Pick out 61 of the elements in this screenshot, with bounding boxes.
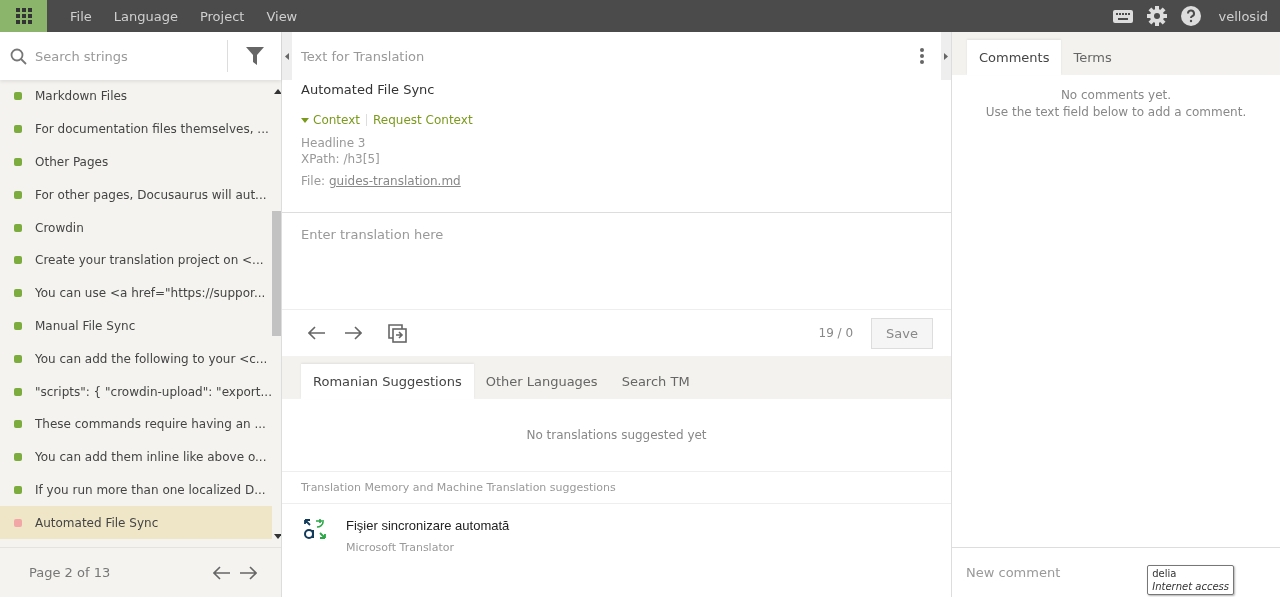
search-icon xyxy=(10,47,27,65)
tooltip: delia Internet access xyxy=(1147,565,1234,595)
string-item[interactable]: For other pages, Docusaurus will aut... xyxy=(0,178,272,212)
settings-icon xyxy=(1147,6,1168,26)
collapse-right-button[interactable] xyxy=(941,32,951,80)
menu-item[interactable]: Language xyxy=(102,0,189,32)
suggestion-source: Microsoft Translator xyxy=(346,541,455,554)
page-indicator: Page 2 of 13 xyxy=(29,565,112,580)
apps-button[interactable] xyxy=(0,0,47,32)
menu-item[interactable]: File xyxy=(59,0,103,32)
string-item[interactable]: Create your translation project on <... xyxy=(0,244,272,277)
string-item[interactable]: Crowdin xyxy=(0,211,272,244)
help-icon xyxy=(1181,6,1202,26)
translate-icon xyxy=(304,518,326,540)
caret-left-icon xyxy=(285,52,289,60)
comments-tab[interactable]: Comments xyxy=(967,40,1062,75)
collapse-left-button[interactable] xyxy=(282,32,292,80)
copy-icon xyxy=(388,323,407,343)
string-item[interactable]: Automated File Sync xyxy=(0,506,272,540)
suggestion-tab[interactable]: Other Languages xyxy=(473,364,610,399)
suggestion-tab[interactable]: Search TM xyxy=(609,364,702,399)
arrow-left-icon xyxy=(308,326,326,340)
source-text: Automated File Sync xyxy=(301,82,436,97)
grid-icon xyxy=(15,8,32,24)
character-counter: 19 / 0 xyxy=(818,326,854,340)
empty-message: No comments yet. xyxy=(1059,87,1173,104)
scroll-up-icon xyxy=(273,89,281,94)
keyboard-icon xyxy=(1113,9,1134,23)
arrow-left-icon xyxy=(213,565,231,580)
empty-message: No translations suggested yet xyxy=(526,428,707,442)
string-item[interactable]: For documentation files themselves, ... xyxy=(0,112,272,146)
arrow-right-icon xyxy=(239,565,257,580)
file-link[interactable]: guides-translation.md xyxy=(328,174,461,188)
suggestion-item[interactable]: Fişier sincronizare automată Microsoft Translator xyxy=(282,504,951,568)
arrow-right-icon xyxy=(344,326,362,340)
section-heading: Translation Memory and Machine Translation suggestions xyxy=(301,481,616,494)
comments-tab[interactable]: Terms xyxy=(1061,40,1124,75)
scroll-down-icon xyxy=(273,534,281,539)
suggestion-text: Fişier sincronizare automată xyxy=(346,518,510,533)
context-line: Headline 3 xyxy=(301,135,367,151)
more-icon xyxy=(920,48,924,64)
string-item[interactable]: If you run more than one localized D... xyxy=(0,473,272,507)
suggestion-tab[interactable]: Romanian Suggestions xyxy=(301,364,474,399)
menu-item[interactable]: Project xyxy=(188,0,256,32)
caret-right-icon xyxy=(944,52,948,60)
string-item[interactable]: You can add them inline like above o... xyxy=(0,440,272,474)
string-item[interactable]: You can use <a href="https://suppor... xyxy=(0,276,272,310)
caret-down-icon xyxy=(301,117,309,123)
user-name[interactable]: vellosid xyxy=(1208,8,1280,24)
string-item[interactable]: "scripts": { "crowdin-upload": "export... xyxy=(0,375,272,408)
string-item[interactable]: You can add the following to your <c... xyxy=(0,342,272,376)
string-item[interactable]: These commands require having an ... xyxy=(0,407,272,441)
empty-message: Use the text field below to add a comment. xyxy=(984,104,1248,121)
filter-icon xyxy=(245,47,264,65)
string-item[interactable]: Other Pages xyxy=(0,145,272,179)
panel-title: Text for Translation xyxy=(301,48,426,64)
context-line: XPath: /h3[5] xyxy=(301,151,381,167)
file-label: File: xyxy=(301,174,326,188)
string-item[interactable]: Manual File Sync xyxy=(0,309,272,343)
menu-item[interactable]: View xyxy=(255,0,309,32)
string-item[interactable]: Markdown Files xyxy=(0,80,272,113)
